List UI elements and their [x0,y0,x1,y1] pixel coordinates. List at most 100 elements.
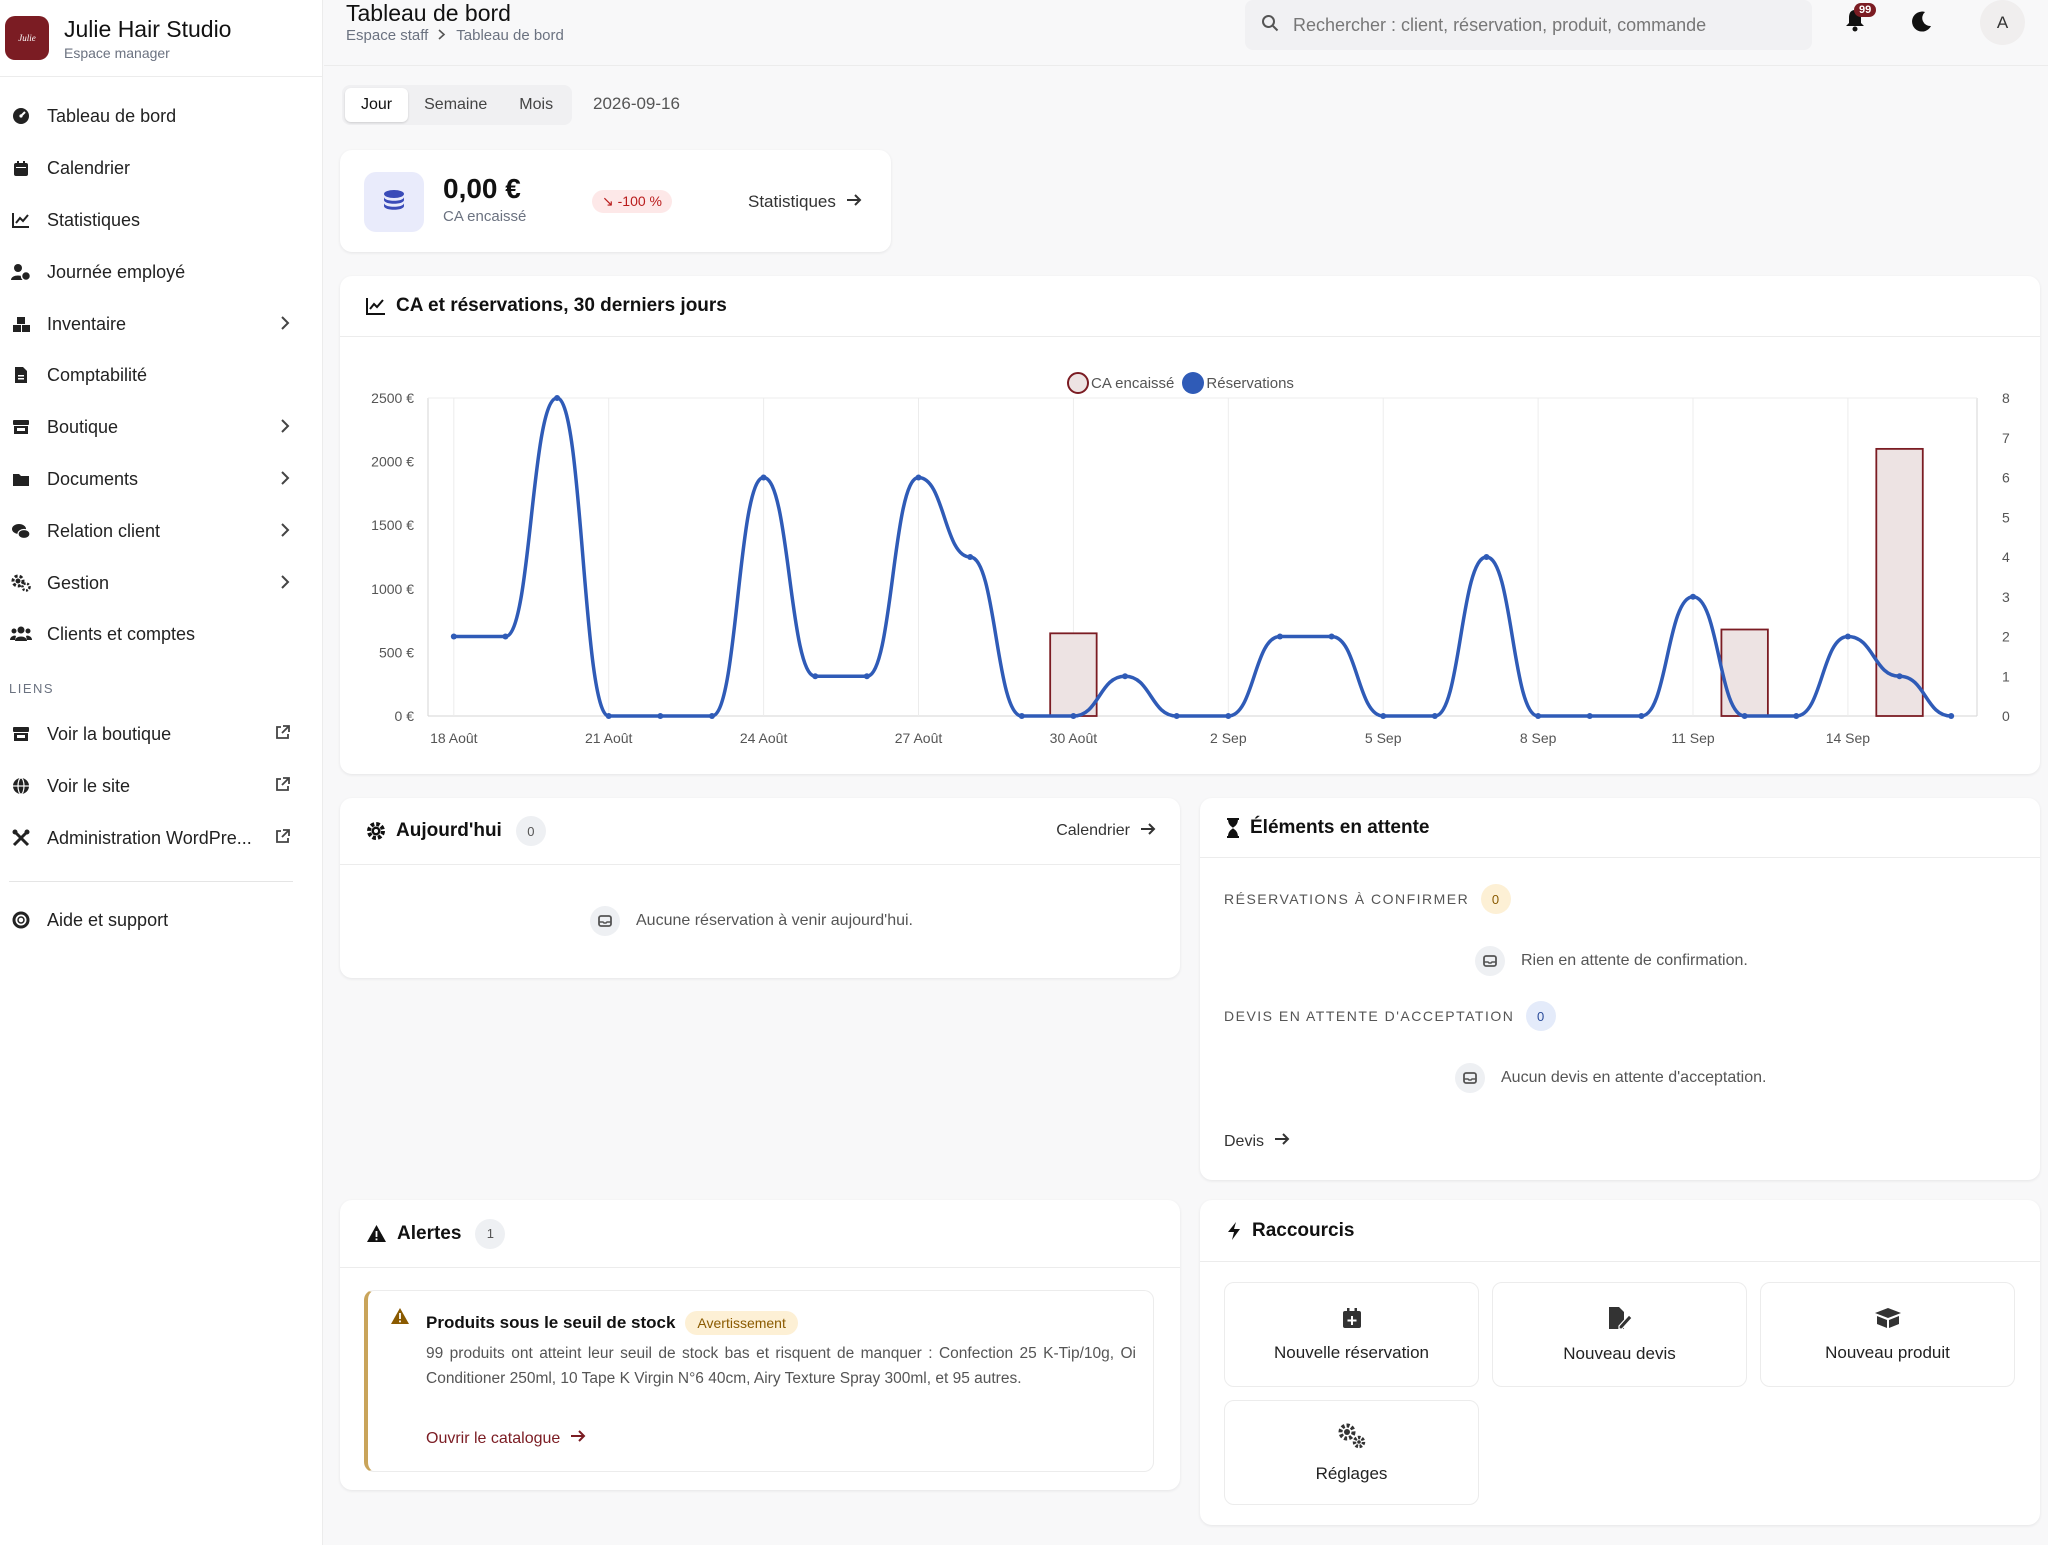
point-reservations [812,673,819,680]
today-empty-text: Aucune réservation à venir aujourd'hui. [636,912,913,929]
sidebar-item-label: Voir le site [47,775,131,796]
chevron-right-icon [280,417,290,438]
alert-title: Produits sous le seuil de stock Avertisse… [426,1311,798,1335]
reservations-to-confirm-count: 0 [1481,884,1512,914]
notification-count-badge: 99 [1854,3,1877,17]
point-reservations [1586,713,1593,719]
sidebar-item-label: Boutique [47,416,119,437]
sidebar-divider [9,881,293,882]
sidebar-item-label: Inventaire [47,313,127,334]
avatar[interactable]: A [1980,0,2025,45]
point-reservations [1638,713,1645,719]
pending-card-header: Éléments en attente [1200,798,2040,858]
sidebar-link-site[interactable]: Voir le site [0,766,300,806]
point-reservations [863,673,870,680]
bar-ca-encaisse [1720,628,1769,717]
point-reservations [967,554,974,560]
quotes-link[interactable]: Devis [1224,1132,1290,1151]
breadcrumb-item: Tableau de bord [456,27,564,44]
sidebar-item-accounting[interactable]: Comptabilité [0,355,300,395]
y-right-tick-label: 5 [2002,509,2010,525]
chevron-right-icon [280,573,290,594]
links-section-heading: LIENS [9,681,55,696]
chevron-right-icon [280,469,290,490]
tab-month[interactable]: Mois [503,88,569,122]
arrow-right-icon [570,1429,586,1448]
new-product-button[interactable]: Nouveau produit [1760,1282,2015,1387]
sidebar: Julie Julie Hair Studio Espace manager T… [0,0,323,1545]
search-placeholder: Rechercher : client, réservation, produi… [1293,14,1707,35]
sidebar-item-employee-day[interactable]: Journée employé [0,252,300,292]
arrow-right-icon [846,192,862,212]
sidebar-item-management[interactable]: Gestion [0,563,300,603]
sidebar-item-calendar[interactable]: Calendrier [0,148,300,188]
quotes-empty-text: Aucun devis en attente d'acceptation. [1501,1069,1767,1086]
x-tick-label: 8 Sep [1520,730,1557,746]
chart-line-icon [10,212,32,228]
inbox-icon [590,906,620,936]
calendar-link[interactable]: Calendrier [1056,822,1156,841]
sidebar-item-shop[interactable]: Boutique [0,407,300,447]
brand[interactable]: Julie Julie Hair Studio Espace manager [0,0,322,77]
point-reservations [1844,633,1851,640]
file-pen-icon [1607,1306,1633,1330]
external-link-icon [275,776,290,797]
y-left-tick-label: 500 € [379,644,414,660]
warning-triangle-icon [366,1224,387,1243]
today-count-badge: 0 [515,816,546,846]
gear-icon [366,821,386,841]
x-tick-label: 5 Sep [1365,730,1402,746]
pending-card: Éléments en attente RÉSERVATIONS À CONFI… [1200,798,2040,1180]
sidebar-link-wp-admin[interactable]: Administration WordPre... [0,818,300,858]
reservations-empty-text: Rien en attente de confirmation. [1521,952,1748,969]
quotes-link-label: Devis [1224,1132,1265,1150]
alert-description: 99 produits ont atteint leur seuil de st… [426,1345,1136,1387]
new-quote-button[interactable]: Nouveau devis [1492,1282,1747,1387]
open-catalog-link[interactable]: Ouvrir le catalogue [426,1429,586,1448]
point-reservations [1948,713,1955,719]
calendar-link-label: Calendrier [1056,822,1130,839]
dashboard-icon [10,107,32,125]
sidebar-item-inventory[interactable]: Inventaire [0,304,300,344]
sidebar-item-dashboard[interactable]: Tableau de bord [0,96,300,136]
sidebar-item-label: Tableau de bord [47,105,177,126]
box-open-icon [1874,1307,1902,1329]
open-catalog-link-label: Ouvrir le catalogue [426,1429,561,1447]
gears-icon [1337,1422,1367,1450]
tab-day[interactable]: Jour [345,88,409,122]
sidebar-item-documents[interactable]: Documents [0,459,300,499]
selected-date[interactable]: 2026-09-16 [593,94,680,114]
sidebar-item-statistics[interactable]: Statistiques [0,200,300,240]
gears-icon [10,574,32,592]
external-link-icon [275,724,290,745]
boxes-icon [10,316,32,333]
sidebar-item-customer-relations[interactable]: Relation client [0,511,300,551]
new-reservation-button[interactable]: Nouvelle réservation [1224,1282,1479,1387]
warning-badge: Avertissement [685,1311,798,1335]
stock-alert-item: Produits sous le seuil de stock Avertisse… [364,1290,1154,1472]
point-reservations [502,633,509,640]
settings-button[interactable]: Réglages [1224,1400,1479,1505]
page-title: Tableau de bord [346,0,511,26]
x-tick-label: 21 Août [585,730,633,746]
y-right-tick-label: 7 [2002,430,2010,446]
shortcut-label: Nouveau produit [1825,1342,1950,1362]
chevron-right-icon [280,314,290,335]
shortcuts-title: Raccourcis [1252,1219,1355,1241]
sidebar-item-help[interactable]: Aide et support [0,900,300,940]
y-right-tick-label: 4 [2002,549,2010,565]
point-reservations [1535,713,1542,719]
statistics-link[interactable]: Statistiques [748,192,862,212]
tab-week[interactable]: Semaine [408,88,503,122]
search-input[interactable]: Rechercher : client, réservation, produi… [1245,0,1812,50]
sidebar-item-clients-accounts[interactable]: Clients et comptes [0,614,300,654]
breadcrumb-item[interactable]: Espace staff [346,27,428,44]
point-reservations [1018,713,1025,719]
theme-toggle-button[interactable] [1911,10,1933,37]
sidebar-link-shop[interactable]: Voir la boutique [0,714,300,754]
notifications-button[interactable]: 99 [1844,3,1877,37]
sidebar-item-label: Calendrier [47,157,131,178]
sidebar-item-label: Clients et comptes [47,623,196,644]
arrow-right-icon [1140,822,1156,841]
sidebar-item-label: Relation client [47,520,161,541]
